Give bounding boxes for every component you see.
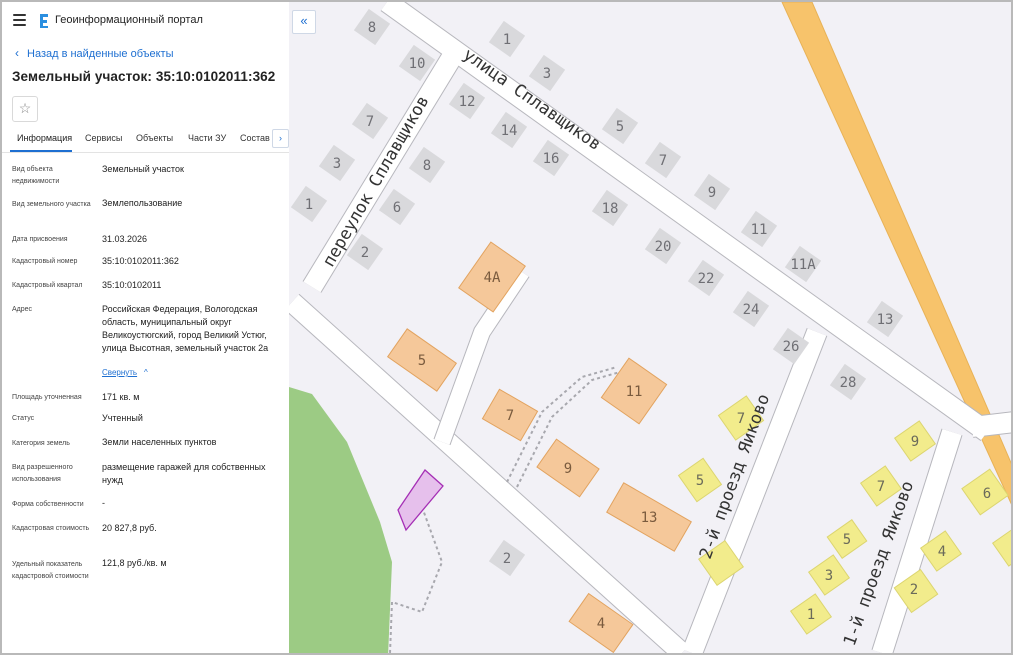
house-number-label: 1 [807, 607, 815, 623]
prop-value: Земли населенных пунктов [102, 437, 217, 447]
prop-label: Адрес [12, 306, 33, 313]
tab-composition[interactable]: Состав [240, 133, 270, 143]
app-window: Геоинформационный портал ‹ Назад в найден… [0, 0, 1013, 655]
house-number-label: 11А [790, 257, 816, 273]
collapse-panel-icon[interactable]: « [292, 10, 316, 34]
house-number-label: 13 [641, 510, 658, 526]
prop-value: 20 827,8 руб. [102, 523, 157, 533]
house-number-label: 2 [503, 551, 511, 567]
collapse-address-link[interactable]: Свернуть [102, 368, 137, 377]
house-number-label: 20 [655, 239, 672, 255]
house-number-label: 13 [877, 312, 894, 328]
info-panel: Геоинформационный портал ‹ Назад в найден… [2, 2, 289, 653]
house-number-label: 8 [368, 20, 376, 36]
back-link-label: Назад в найденные объекты [27, 48, 174, 60]
tab-info[interactable]: Информация [17, 133, 72, 143]
app-title: Геоинформационный портал [55, 14, 203, 26]
prop-value: - [102, 498, 105, 508]
prop-value: 35:10:0102011:362 [102, 256, 179, 266]
house-number-label: 3 [543, 66, 551, 82]
house-number-label: 5 [616, 119, 624, 135]
tabs-next-icon[interactable]: › [272, 129, 289, 148]
panel-header: Геоинформационный портал [2, 2, 289, 40]
tab-objects[interactable]: Объекты [136, 133, 173, 143]
house-number-label: 1 [305, 197, 313, 213]
house-number-label: 7 [877, 479, 885, 495]
house-number-label: 4 [597, 616, 605, 632]
house-number-label: 7 [366, 114, 374, 130]
prop-value: Землепользование [102, 198, 183, 208]
house-number-label: 7 [506, 408, 514, 424]
house-number-label: 9 [708, 185, 716, 201]
house-number-label: 3 [825, 568, 833, 584]
house-number-label: 8 [423, 158, 431, 174]
house-number-label: 6 [393, 200, 401, 216]
house-number-label: 4А [484, 270, 501, 286]
prop-label: Форма собственности [12, 501, 84, 508]
prop-label: Вид земельного участка [12, 201, 91, 208]
house-number-label: 7 [659, 153, 667, 169]
back-link[interactable]: ‹ Назад в найденные объекты [15, 46, 174, 60]
house-number-label: 12 [459, 94, 476, 110]
prop-label: Площадь уточненная [12, 394, 82, 401]
house-number-label: 14 [501, 123, 518, 139]
map-canvas[interactable]: 8 10 12 7 3 1 6 8 2 1 3 14 16 5 7 9 18 2… [289, 2, 1013, 653]
house-number-label: 16 [543, 151, 560, 167]
favorite-star-icon[interactable]: ☆ [12, 96, 38, 122]
chevron-left-icon: ‹ [15, 46, 19, 60]
active-tab-indicator [10, 150, 72, 152]
prop-value: 31.03.2026 [102, 234, 148, 244]
menu-icon[interactable] [13, 14, 26, 26]
prop-value: 35:10:0102011 [102, 280, 162, 290]
prop-label: Удельный показатель кадастровой стоимост… [12, 561, 89, 580]
house-number-label: 4 [938, 544, 946, 560]
house-number-label: 11 [751, 222, 768, 238]
prop-label: Кадастровая стоимость [12, 525, 90, 532]
house-number-label: 10 [409, 56, 426, 72]
prop-value: Российская Федерация, Вологодская област… [102, 304, 269, 353]
prop-label: Категория земель [12, 440, 70, 447]
prop-value: размещение гаражей для собственных нужд [102, 462, 266, 485]
prop-value: 171 кв. м [102, 392, 140, 402]
prop-label: Вид разрешенного использования [12, 464, 73, 483]
house-number-label: 2 [910, 582, 918, 598]
map-view[interactable]: 8 10 12 7 3 1 6 8 2 1 3 14 16 5 7 9 18 2… [289, 2, 1013, 653]
prop-label: Вид объекта недвижимости [12, 166, 60, 185]
house-number-label: 6 [983, 486, 991, 502]
house-number-label: 11 [626, 384, 643, 400]
portal-logo-icon [40, 14, 48, 28]
house-number-label: 24 [743, 302, 760, 318]
tab-services[interactable]: Сервисы [85, 133, 122, 143]
house-number-label: 1 [503, 32, 511, 48]
object-title: Земельный участок: 35:10:0102011:362 [12, 69, 276, 84]
prop-value: Учтенный [102, 413, 143, 423]
prop-label: Статус [12, 415, 35, 422]
house-number-label: 18 [602, 201, 619, 217]
prop-value: Земельный участок [102, 164, 184, 174]
prop-label: Кадастровый номер [12, 258, 78, 265]
prop-label: Кадастровый квартал [12, 282, 83, 289]
house-number-label: 5 [418, 353, 426, 369]
house-number-label: 28 [840, 375, 857, 391]
prop-value: 121,8 руб./кв. м [102, 558, 167, 568]
house-number-label: 9 [911, 434, 919, 450]
house-number-label: 3 [333, 156, 341, 172]
house-number-label: 2 [361, 245, 369, 261]
house-number-label: 9 [564, 461, 572, 477]
chevron-up-icon[interactable]: ^ [144, 368, 148, 377]
house-number-label: 5 [843, 532, 851, 548]
tab-parts[interactable]: Части ЗУ [188, 133, 226, 143]
house-number-label: 22 [698, 271, 715, 287]
house-number-label: 5 [696, 473, 704, 489]
tab-bar: Информация Сервисы Объекты Части ЗУ Сост… [2, 126, 289, 153]
house-number-label: 26 [783, 339, 800, 355]
prop-label: Дата присвоения [12, 236, 68, 243]
